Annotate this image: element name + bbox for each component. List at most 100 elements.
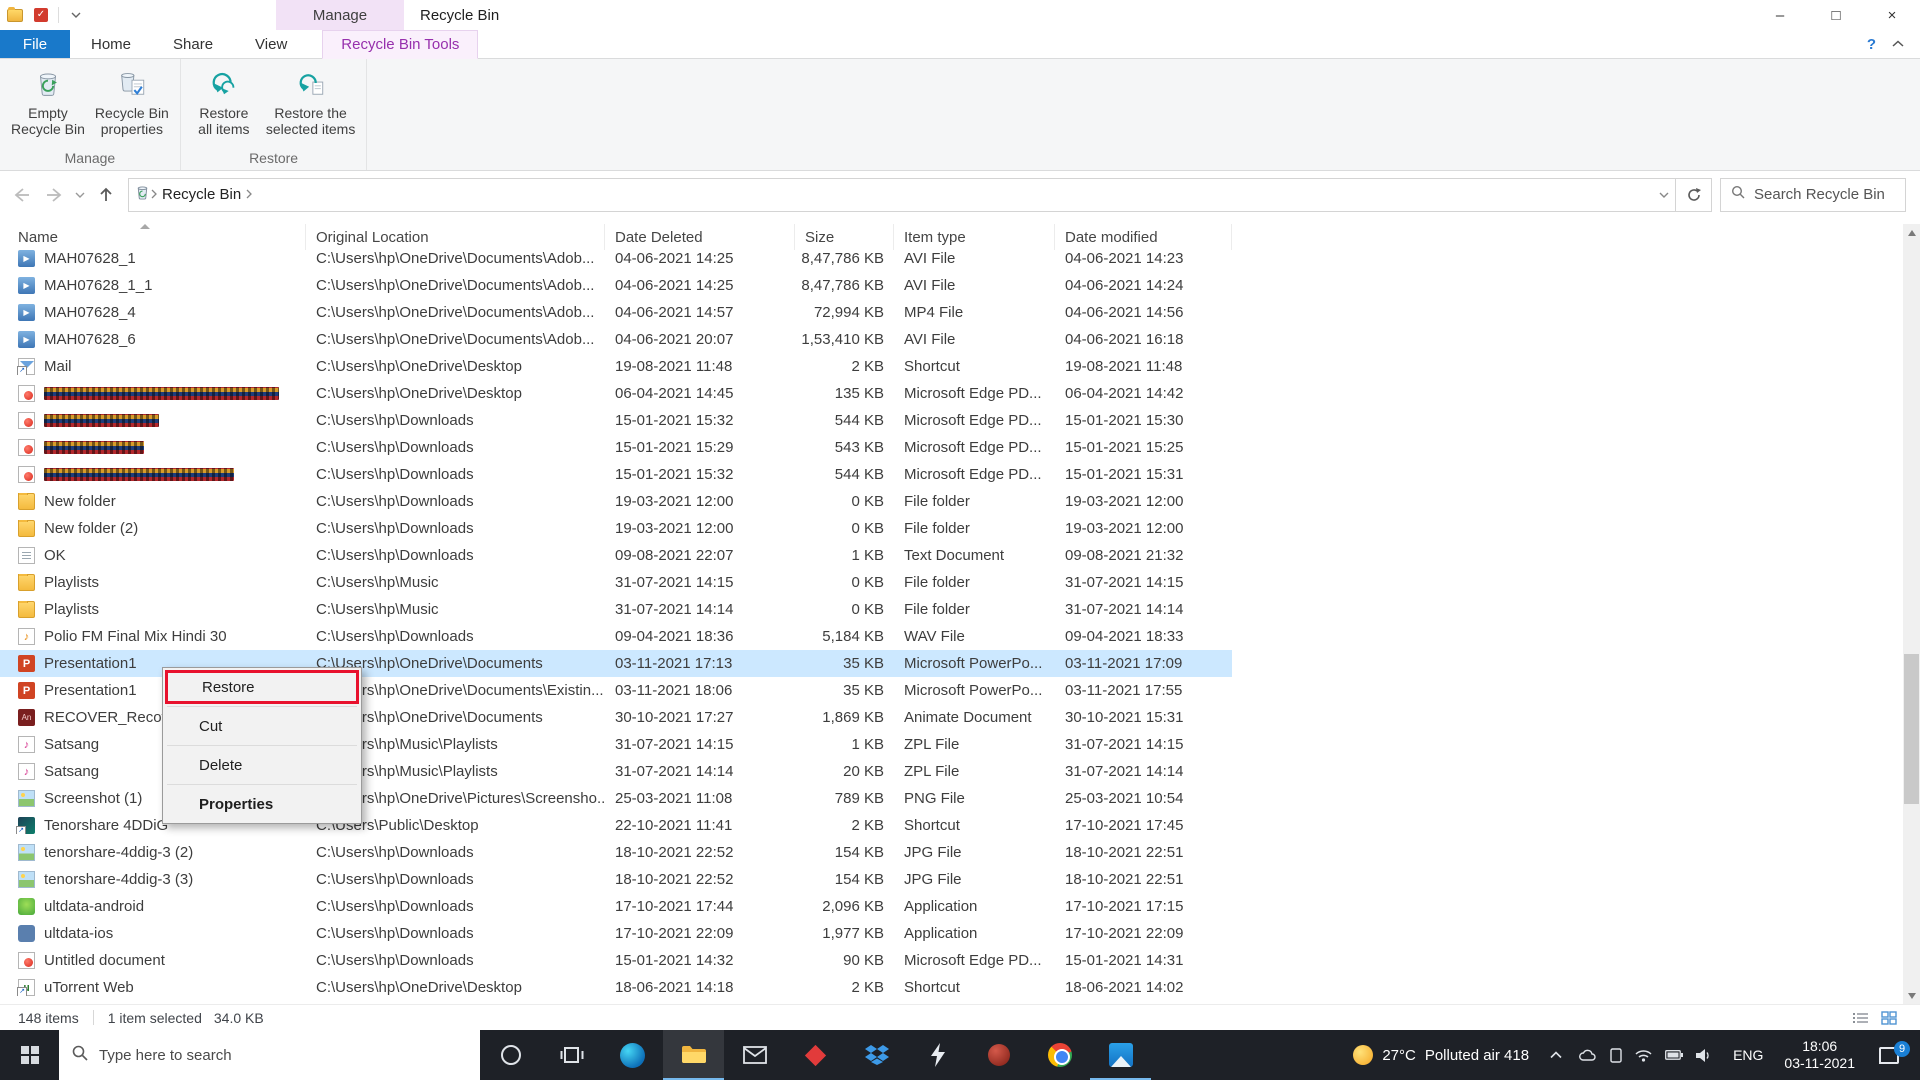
file-size: 72,994 KB bbox=[813, 304, 884, 321]
restore-all-items-button[interactable]: Restore all items bbox=[187, 64, 261, 139]
hidden-icons-chevron[interactable] bbox=[1543, 1030, 1569, 1080]
file-row[interactable]: New folder (2) C:\Users\hp\Downloads 19-03… bbox=[0, 515, 1232, 542]
video-file-icon bbox=[18, 250, 35, 267]
tab-home[interactable]: Home bbox=[70, 30, 152, 58]
column-header-item-type[interactable]: Item type bbox=[894, 224, 1055, 250]
file-row[interactable]: Mail C:\Users\hp\OneDrive\Desktop 19-08-20… bbox=[0, 353, 1232, 380]
column-header-size[interactable]: Size bbox=[795, 224, 894, 250]
up-button[interactable] bbox=[90, 178, 122, 212]
tab-file[interactable]: File bbox=[0, 30, 70, 58]
forward-button[interactable] bbox=[38, 178, 70, 212]
file-size: 1 KB bbox=[851, 547, 884, 564]
wifi-icon[interactable] bbox=[1635, 1049, 1652, 1062]
search-box[interactable]: Search Recycle Bin bbox=[1720, 177, 1906, 212]
scrollbar-thumb[interactable] bbox=[1904, 654, 1919, 804]
refresh-button[interactable] bbox=[1676, 177, 1712, 212]
column-header-date-modified[interactable]: Date modified bbox=[1055, 224, 1232, 250]
file-row[interactable]: ultdata-android C:\Users\hp\Downloads 17-1… bbox=[0, 893, 1232, 920]
vertical-scrollbar[interactable] bbox=[1903, 224, 1920, 1004]
column-header-name[interactable]: Name bbox=[0, 224, 306, 250]
scroll-up-icon[interactable] bbox=[1903, 224, 1920, 241]
file-row[interactable]: uTorrent Web C:\Users\hp\OneDrive\Desktop… bbox=[0, 974, 1232, 1001]
close-button[interactable]: × bbox=[1864, 0, 1920, 30]
file-row[interactable]: ultdata-ios C:\Users\hp\Downloads 17-10-20… bbox=[0, 920, 1232, 947]
start-button[interactable] bbox=[0, 1030, 59, 1080]
minimize-button[interactable]: – bbox=[1752, 0, 1808, 30]
qat-customize-chevron-icon[interactable] bbox=[67, 7, 85, 23]
dropbox-taskbar-icon[interactable] bbox=[846, 1030, 907, 1080]
recycle-bin-icon bbox=[33, 68, 63, 105]
file-row[interactable]: Playlists C:\Users\hp\Music 31-07-2021 14:… bbox=[0, 596, 1232, 623]
clock[interactable]: 18:06 03-11-2021 bbox=[1774, 1038, 1865, 1072]
maximize-button[interactable]: □ bbox=[1808, 0, 1864, 30]
file-row[interactable]: Playlists C:\Users\hp\Music 31-07-2021 14:… bbox=[0, 569, 1232, 596]
collapse-ribbon-icon[interactable] bbox=[1892, 35, 1904, 53]
item-type: Shortcut bbox=[904, 979, 960, 996]
details-view-button[interactable] bbox=[1852, 1010, 1870, 1026]
help-icon[interactable]: ? bbox=[1867, 36, 1876, 53]
mail-taskbar-icon[interactable] bbox=[724, 1030, 785, 1080]
item-type: ZPL File bbox=[904, 763, 960, 780]
tab-share[interactable]: Share bbox=[152, 30, 234, 58]
address-dropdown-chevron-icon[interactable] bbox=[1659, 186, 1669, 204]
file-name: Untitled document bbox=[44, 952, 165, 969]
empty-recycle-bin-button[interactable]: Empty Recycle Bin bbox=[6, 64, 90, 139]
item-type: Microsoft Edge PD... bbox=[904, 439, 1042, 456]
recent-locations-chevron-icon[interactable] bbox=[70, 178, 90, 212]
file-row[interactable]: C:\Users\hp\Downloads 15-01-2021 15:29 543… bbox=[0, 434, 1232, 461]
file-row[interactable]: OK C:\Users\hp\Downloads 09-08-2021 22:07 1… bbox=[0, 542, 1232, 569]
button-label-line: Restore bbox=[199, 105, 249, 121]
red-diamond-app-icon[interactable] bbox=[785, 1030, 846, 1080]
task-view-button[interactable] bbox=[541, 1030, 602, 1080]
file-size: 2 KB bbox=[851, 817, 884, 834]
context-menu-item-delete[interactable]: Delete bbox=[165, 748, 359, 782]
file-row[interactable]: C:\Users\hp\OneDrive\Desktop 06-04-2021 1… bbox=[0, 380, 1232, 407]
tab-view[interactable]: View bbox=[234, 30, 308, 58]
back-button[interactable] bbox=[6, 178, 38, 212]
restore-selected-items-button[interactable]: Restore the selected items bbox=[261, 64, 360, 139]
taskbar-search-box[interactable]: Type here to search bbox=[59, 1030, 480, 1080]
file-size: 543 KB bbox=[834, 439, 884, 456]
file-row[interactable]: Polio FM Final Mix Hindi 30 C:\Users\hp\D… bbox=[0, 623, 1232, 650]
large-icons-view-button[interactable] bbox=[1880, 1010, 1898, 1026]
qat-check-icon[interactable]: ✓ bbox=[32, 7, 50, 23]
item-type: Text Document bbox=[904, 547, 1005, 564]
file-explorer-taskbar-icon[interactable] bbox=[663, 1030, 724, 1080]
action-center-button[interactable]: 9 bbox=[1865, 1040, 1913, 1064]
recycle-bin-properties-button[interactable]: Recycle Bin properties bbox=[90, 64, 174, 139]
file-row[interactable]: C:\Users\hp\Downloads 15-01-2021 15:32 544… bbox=[0, 461, 1232, 488]
file-row[interactable]: New folder C:\Users\hp\Downloads 19-03-202… bbox=[0, 488, 1232, 515]
column-header-date-deleted[interactable]: Date Deleted bbox=[605, 224, 795, 250]
battery-icon[interactable] bbox=[1665, 1050, 1684, 1060]
lightning-app-icon[interactable] bbox=[907, 1030, 968, 1080]
volume-icon[interactable] bbox=[1696, 1048, 1712, 1062]
cortana-button[interactable] bbox=[480, 1030, 541, 1080]
contextual-tab-manage[interactable]: Manage bbox=[276, 0, 404, 30]
app-blue-file-icon bbox=[18, 925, 35, 942]
breadcrumb-location[interactable]: Recycle Bin bbox=[162, 186, 241, 203]
tab-recycle-bin-tools[interactable]: Recycle Bin Tools bbox=[322, 30, 479, 59]
file-row[interactable]: MAH07628_6 C:\Users\hp\OneDrive\Documents… bbox=[0, 326, 1232, 353]
file-row[interactable]: Untitled document C:\Users\hp\Downloads 15… bbox=[0, 947, 1232, 974]
file-row[interactable]: MAH07628_1_1 C:\Users\hp\OneDrive\Documen… bbox=[0, 272, 1232, 299]
address-bar[interactable]: Recycle Bin bbox=[128, 177, 1676, 212]
scroll-down-icon[interactable] bbox=[1903, 987, 1920, 1004]
maroon-app-icon[interactable] bbox=[968, 1030, 1029, 1080]
language-indicator[interactable]: ENG bbox=[1722, 1047, 1774, 1063]
context-menu-item-cut[interactable]: Cut bbox=[165, 709, 359, 743]
file-row[interactable]: tenorshare-4ddig-3 (2) C:\Users\hp\Downlo… bbox=[0, 839, 1232, 866]
edge-taskbar-icon[interactable] bbox=[602, 1030, 663, 1080]
weather-widget[interactable]: 27°C Polluted air 418 bbox=[1339, 1045, 1543, 1065]
context-menu-item-properties[interactable]: Properties bbox=[165, 787, 359, 821]
photos-taskbar-icon[interactable] bbox=[1090, 1030, 1151, 1080]
diamond-icon bbox=[804, 1044, 827, 1066]
chrome-taskbar-icon[interactable] bbox=[1029, 1030, 1090, 1080]
file-row[interactable]: MAH07628_4 C:\Users\hp\OneDrive\Documents… bbox=[0, 299, 1232, 326]
tablet-icon[interactable] bbox=[1610, 1047, 1622, 1063]
date-deleted: 04-06-2021 14:25 bbox=[615, 250, 734, 267]
file-row[interactable]: C:\Users\hp\Downloads 15-01-2021 15:32 544… bbox=[0, 407, 1232, 434]
file-row[interactable]: tenorshare-4ddig-3 (3) C:\Users\hp\Downlo… bbox=[0, 866, 1232, 893]
column-header-original-location[interactable]: Original Location bbox=[306, 224, 605, 250]
onedrive-cloud-icon[interactable] bbox=[1579, 1049, 1597, 1061]
context-menu-item-restore[interactable]: Restore bbox=[165, 670, 359, 704]
